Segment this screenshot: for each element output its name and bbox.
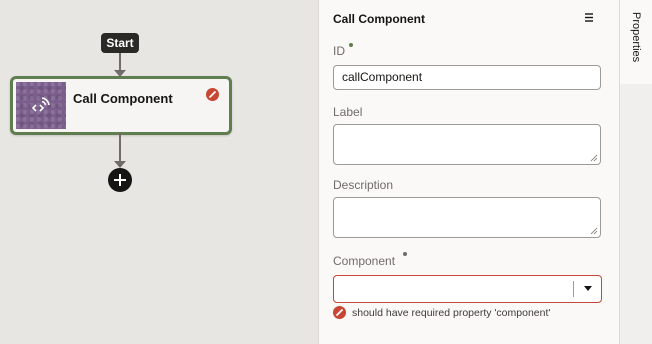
resize-grip-icon[interactable] bbox=[590, 154, 598, 162]
id-label: ID bbox=[333, 44, 345, 58]
connector-line bbox=[119, 53, 121, 71]
component-select[interactable] bbox=[333, 275, 602, 303]
hamburger-menu-icon[interactable] bbox=[582, 10, 596, 24]
chevron-down-icon[interactable] bbox=[584, 286, 592, 291]
side-tab-strip: Properties bbox=[619, 0, 652, 344]
call-component-node[interactable]: Call Component bbox=[10, 76, 232, 135]
plus-icon bbox=[114, 174, 126, 186]
node-title: Call Component bbox=[73, 91, 173, 106]
id-input[interactable]: callComponent bbox=[333, 65, 601, 90]
required-indicator bbox=[403, 252, 407, 256]
start-badge: Start bbox=[101, 33, 139, 53]
description-label: Description bbox=[333, 178, 394, 192]
required-indicator bbox=[349, 43, 353, 47]
error-text: should have required property 'component… bbox=[352, 306, 551, 319]
panel-title: Call Component bbox=[333, 12, 425, 26]
call-component-icon bbox=[31, 96, 50, 112]
validation-message: should have required property 'component… bbox=[333, 306, 550, 319]
label-label: Label bbox=[333, 105, 363, 119]
properties-panel: Call Component ID callComponent Label De… bbox=[318, 0, 620, 344]
flow-canvas[interactable]: Start Call Component bbox=[0, 0, 318, 344]
node-icon-tile bbox=[16, 82, 66, 129]
component-label: Component bbox=[333, 254, 396, 268]
add-state-button[interactable] bbox=[108, 168, 132, 192]
select-divider bbox=[573, 281, 574, 297]
error-icon bbox=[206, 88, 219, 101]
connector-line bbox=[119, 132, 121, 164]
tab-properties[interactable]: Properties bbox=[620, 0, 652, 84]
resize-grip-icon[interactable] bbox=[590, 227, 598, 235]
connector-arrow bbox=[114, 161, 126, 168]
tab-properties-label: Properties bbox=[630, 12, 642, 63]
error-icon bbox=[333, 306, 346, 319]
description-textarea[interactable] bbox=[333, 197, 601, 238]
label-textarea[interactable] bbox=[333, 124, 601, 165]
